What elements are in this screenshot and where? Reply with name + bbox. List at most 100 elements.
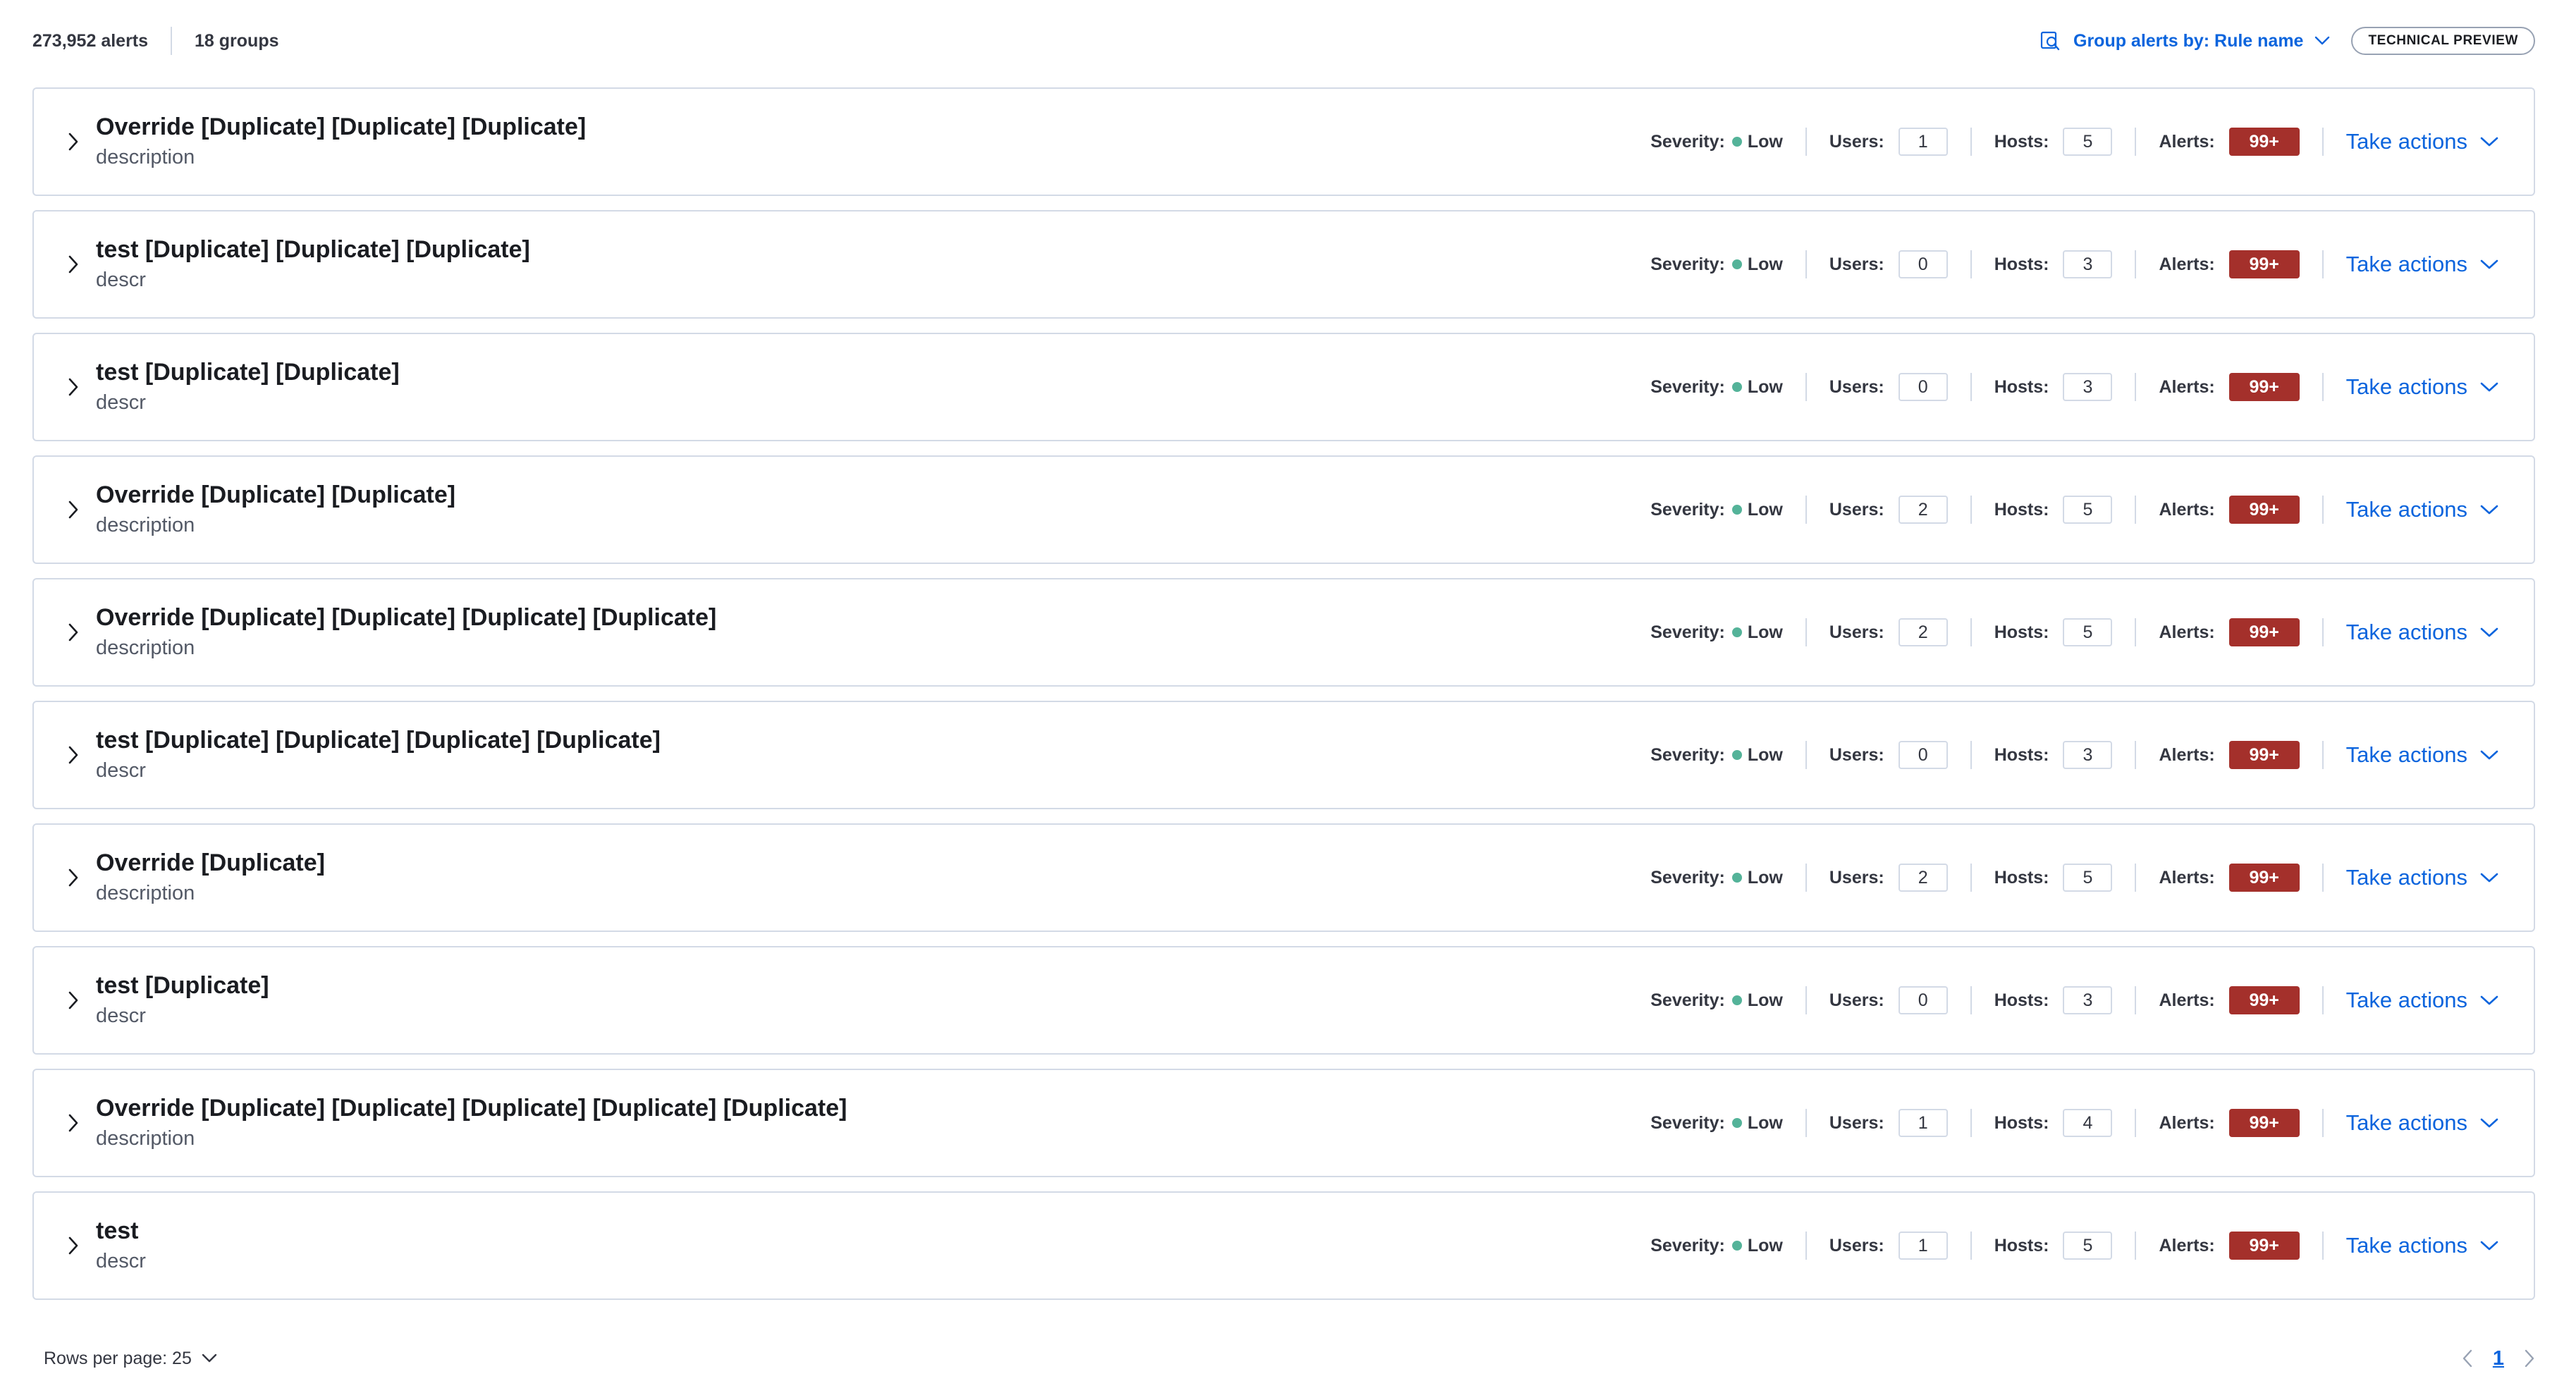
users-count: 1 bbox=[1898, 128, 1948, 156]
take-actions-button[interactable]: Take actions bbox=[2346, 865, 2498, 890]
divider bbox=[2322, 864, 2324, 892]
hosts-label: Hosts: bbox=[1994, 1112, 2049, 1133]
divider bbox=[1805, 373, 1807, 401]
alerts-count-badge: 99+ bbox=[2228, 618, 2300, 646]
severity-text: Low bbox=[1747, 131, 1783, 152]
severity-value: Low bbox=[1731, 1236, 1783, 1256]
divider bbox=[1970, 1232, 1972, 1260]
divider bbox=[1805, 128, 1807, 156]
severity-value: Low bbox=[1731, 1113, 1783, 1134]
chevron-right-icon bbox=[68, 623, 78, 641]
hosts-count: 3 bbox=[2063, 741, 2113, 769]
severity-label: Severity: bbox=[1650, 254, 1725, 274]
users-label: Users: bbox=[1829, 499, 1884, 520]
hosts-count: 3 bbox=[2063, 373, 2113, 401]
users-count: 0 bbox=[1898, 741, 1948, 769]
take-actions-button[interactable]: Take actions bbox=[2346, 129, 2498, 154]
users-label: Users: bbox=[1829, 131, 1884, 152]
rows-per-page-selector[interactable]: Rows per page: 25 bbox=[44, 1349, 217, 1369]
hosts-label: Hosts: bbox=[1994, 131, 2049, 152]
group-stats: Severity: Low Users: 1 Hosts: 5 Alerts: … bbox=[1650, 1232, 2498, 1260]
hosts-count: 5 bbox=[2063, 618, 2113, 646]
users-count: 2 bbox=[1898, 618, 1948, 646]
hosts-label: Hosts: bbox=[1994, 867, 2049, 888]
severity-label: Severity: bbox=[1650, 990, 1725, 1010]
group-stats: Severity: Low Users: 0 Hosts: 3 Alerts: … bbox=[1650, 741, 2498, 769]
divider bbox=[1805, 250, 1807, 278]
severity-value: Low bbox=[1731, 990, 1783, 1011]
severity-value: Low bbox=[1731, 745, 1783, 766]
take-actions-label: Take actions bbox=[2345, 865, 2467, 890]
group-title: Override [Duplicate] [Duplicate] [Duplic… bbox=[96, 113, 587, 140]
alert-group-row: test [Duplicate] [Duplicate] [Duplicate]… bbox=[32, 701, 2535, 809]
take-actions-label: Take actions bbox=[2345, 129, 2467, 154]
expand-group-button[interactable] bbox=[65, 742, 82, 768]
users-label: Users: bbox=[1829, 744, 1884, 765]
group-text: Override [Duplicate] [Duplicate] descrip… bbox=[96, 481, 455, 537]
alerts-count-badge: 99+ bbox=[2228, 741, 2300, 769]
chevron-right-icon bbox=[68, 501, 78, 519]
hosts-count: 4 bbox=[2063, 1109, 2113, 1137]
hosts-count: 5 bbox=[2063, 496, 2113, 524]
take-actions-button[interactable]: Take actions bbox=[2346, 1110, 2498, 1136]
divider bbox=[2135, 128, 2137, 156]
users-count: 1 bbox=[1898, 1109, 1948, 1137]
users-label: Users: bbox=[1829, 376, 1884, 397]
take-actions-button[interactable]: Take actions bbox=[2346, 988, 2498, 1013]
divider bbox=[2322, 250, 2324, 278]
alerts-label: Alerts: bbox=[2159, 744, 2215, 765]
alert-group-row: Override [Duplicate] [Duplicate] descrip… bbox=[32, 455, 2535, 564]
groups-count: 18 groups bbox=[195, 30, 279, 51]
page-1-link[interactable]: 1 bbox=[2493, 1347, 2504, 1370]
alerts-count-badge: 99+ bbox=[2228, 864, 2300, 892]
take-actions-button[interactable]: Take actions bbox=[2346, 252, 2498, 277]
expand-group-button[interactable] bbox=[65, 252, 82, 277]
chevron-down-icon bbox=[2480, 1118, 2498, 1128]
severity-text: Low bbox=[1747, 867, 1783, 888]
expand-group-button[interactable] bbox=[65, 865, 82, 890]
users-count: 2 bbox=[1898, 496, 1948, 524]
expand-group-button[interactable] bbox=[65, 129, 82, 154]
group-by-selector[interactable]: Group alerts by: Rule name bbox=[2040, 30, 2343, 51]
severity-text: Low bbox=[1747, 990, 1783, 1010]
alerts-count: 273,952 alerts bbox=[32, 30, 149, 51]
severity-dot-icon bbox=[1731, 505, 1742, 515]
hosts-label: Hosts: bbox=[1994, 376, 2049, 397]
take-actions-label: Take actions bbox=[2345, 742, 2467, 767]
alerts-label: Alerts: bbox=[2159, 622, 2215, 642]
severity-label: Severity: bbox=[1650, 744, 1725, 765]
expand-group-button[interactable] bbox=[65, 988, 82, 1013]
users-count: 2 bbox=[1898, 864, 1948, 892]
expand-group-button[interactable] bbox=[65, 1110, 82, 1136]
chevron-down-icon bbox=[2315, 36, 2330, 45]
users-count: 0 bbox=[1898, 373, 1948, 401]
divider bbox=[2135, 1109, 2137, 1137]
take-actions-button[interactable]: Take actions bbox=[2346, 620, 2498, 645]
divider bbox=[1805, 496, 1807, 524]
severity-text: Low bbox=[1747, 499, 1783, 520]
severity-dot-icon bbox=[1731, 750, 1742, 760]
group-description: description bbox=[96, 882, 195, 904]
chevron-right-icon bbox=[68, 378, 78, 396]
expand-group-button[interactable] bbox=[65, 1233, 82, 1258]
severity-value: Low bbox=[1731, 867, 1783, 888]
alerts-count-badge: 99+ bbox=[2228, 1109, 2300, 1137]
chevron-right-icon[interactable] bbox=[2524, 1349, 2535, 1368]
chevron-left-icon[interactable] bbox=[2462, 1349, 2473, 1368]
take-actions-button[interactable]: Take actions bbox=[2346, 497, 2498, 522]
chevron-right-icon bbox=[68, 746, 78, 764]
group-by-icon bbox=[2040, 31, 2060, 51]
take-actions-label: Take actions bbox=[2345, 252, 2467, 276]
divider bbox=[1970, 618, 1972, 646]
expand-group-button[interactable] bbox=[65, 620, 82, 645]
expand-group-button[interactable] bbox=[65, 497, 82, 522]
severity-value: Low bbox=[1731, 131, 1783, 152]
take-actions-button[interactable]: Take actions bbox=[2346, 742, 2498, 768]
hosts-label: Hosts: bbox=[1994, 499, 2049, 520]
expand-group-button[interactable] bbox=[65, 374, 82, 400]
take-actions-button[interactable]: Take actions bbox=[2346, 1233, 2498, 1258]
take-actions-label: Take actions bbox=[2345, 497, 2467, 522]
group-stats: Severity: Low Users: 1 Hosts: 5 Alerts: … bbox=[1650, 128, 2498, 156]
chevron-down-icon bbox=[2480, 137, 2498, 147]
take-actions-button[interactable]: Take actions bbox=[2346, 374, 2498, 400]
